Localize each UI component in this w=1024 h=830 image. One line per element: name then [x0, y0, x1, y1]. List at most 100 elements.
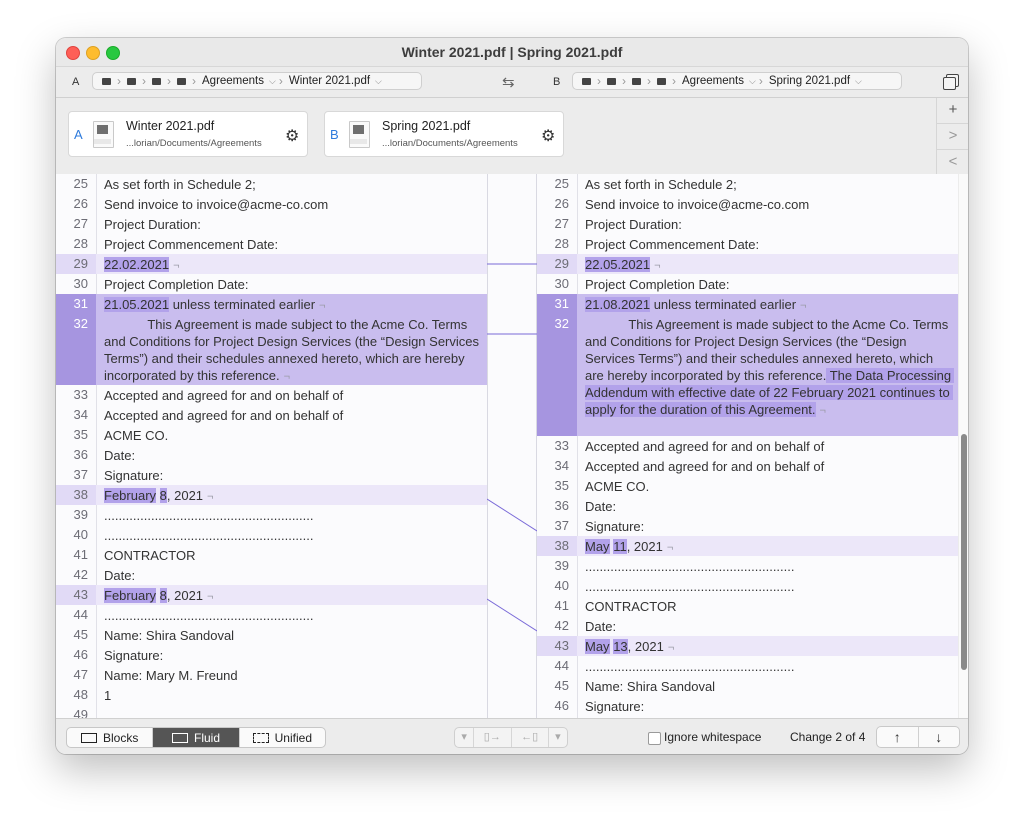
view-mode-segmented-control[interactable]: Blocks Fluid Unified — [66, 727, 326, 748]
line-text: Date: — [104, 568, 136, 583]
line-text: ACME CO. — [585, 479, 650, 494]
line-text: Date: — [585, 499, 617, 514]
file-b-name: Spring 2021.pdf — [382, 119, 471, 133]
gear-icon[interactable]: ⚙ — [541, 126, 555, 146]
change-navigation: ↑ ↓ — [876, 726, 960, 748]
line-row: 36 Date: — [537, 496, 958, 516]
line-number: 26 — [554, 196, 569, 211]
swap-icon[interactable]: ⇆ — [502, 73, 515, 91]
changed-line-row: 43 February 8, 2021 ¬ — [56, 585, 487, 605]
line-text: Accepted and agreed for and on behalf of — [585, 439, 825, 454]
line-text: This Agreement is made subject to the Ac… — [104, 317, 483, 383]
breadcrumb-folder[interactable]: Agreements — [202, 75, 264, 87]
line-number: 38 — [56, 485, 96, 505]
line-number: 46 — [554, 698, 569, 713]
line-text: Project Completion Date: — [585, 277, 730, 292]
line-number: 30 — [73, 276, 88, 291]
folder-icon — [607, 77, 616, 85]
line-number: 31 — [56, 294, 96, 314]
line-text: ACME CO. — [104, 428, 169, 443]
right-pane[interactable]: 25 As set forth in Schedule 2; 26 Send inv… — [537, 174, 958, 718]
mode-fluid-button[interactable]: Fluid — [153, 728, 240, 747]
chevron-down-icon: ⌵ — [749, 75, 756, 86]
line-number: 45 — [554, 678, 569, 693]
breadcrumb-a[interactable]: › › › › Agreements ⌵ › Winter 2021.pdf ⌵ — [92, 72, 422, 90]
line-number: 38 — [537, 536, 577, 556]
prev-file-button[interactable]: < — [937, 150, 968, 176]
line-text: Send invoice to invoice@acme-co.com — [585, 197, 810, 212]
line-row: 40......................................… — [56, 525, 487, 545]
line-row: 44......................................… — [56, 605, 487, 625]
merge-right-icon[interactable]: ▯→ — [474, 728, 512, 747]
side-buttons: + > < — [936, 98, 968, 176]
add-file-button[interactable]: + — [937, 98, 968, 124]
line-text: Accepted and agreed for and on behalf of — [104, 388, 344, 403]
breadcrumb-folder[interactable]: Agreements — [682, 75, 744, 87]
window-title: Winter 2021.pdf | Spring 2021.pdf — [401, 44, 623, 60]
line-row: 49......................................… — [56, 705, 487, 718]
previous-change-button[interactable]: ↑ — [877, 727, 919, 747]
chevron-down-icon[interactable]: ▾ — [549, 728, 567, 747]
mode-unified-button[interactable]: Unified — [240, 728, 325, 747]
line-row: 46 Signature: — [537, 696, 958, 716]
line-row: 30 Project Completion Date: — [537, 274, 958, 294]
mode-label: Fluid — [193, 730, 220, 745]
scrollbar-thumb[interactable] — [961, 434, 967, 670]
line-text: Signature: — [104, 468, 164, 483]
breadcrumb-b[interactable]: › › › › Agreements ⌵ › Spring 2021.pdf ⌵ — [572, 72, 902, 90]
gear-icon[interactable]: ⚙ — [285, 126, 299, 146]
line-end-icon: ¬ — [819, 405, 826, 417]
line-text: ........................................… — [104, 528, 314, 543]
line-row: 37 Signature: — [56, 465, 487, 485]
changed-text: February — [104, 488, 157, 503]
line-end-icon: ¬ — [283, 371, 291, 383]
file-card-a[interactable]: A Winter 2021.pdf ...lorian/Documents/Ag… — [68, 111, 308, 157]
ignore-whitespace-checkbox[interactable] — [648, 732, 661, 745]
line-number: 40 — [554, 578, 569, 593]
line-row: 34 Accepted and agreed for and on behalf … — [56, 405, 487, 425]
mode-blocks-button[interactable]: Blocks — [67, 728, 154, 747]
breadcrumb-file[interactable]: Spring 2021.pdf — [769, 75, 850, 87]
vertical-scrollbar[interactable] — [958, 174, 968, 718]
line-text: As set forth in Schedule 2; — [104, 177, 256, 192]
fluid-icon — [171, 732, 188, 743]
line-text: Project Completion Date: — [104, 277, 249, 292]
ignore-whitespace-label[interactable]: Ignore whitespace — [664, 730, 761, 744]
line-row: 39......................................… — [537, 556, 958, 576]
line-number: 44 — [554, 658, 569, 673]
line-number: 27 — [554, 216, 569, 231]
line-row: 25 As set forth in Schedule 2; — [537, 174, 958, 194]
changed-text: 21.08.2021 — [585, 297, 651, 312]
unified-icon — [252, 732, 269, 743]
merge-left-icon[interactable]: ←▯ — [512, 728, 549, 747]
change-counter: Change 2 of 4 — [790, 730, 866, 744]
changed-text: May — [585, 639, 610, 654]
breadcrumb-file[interactable]: Winter 2021.pdf — [289, 75, 370, 87]
line-number: 42 — [554, 618, 569, 633]
line-number: 26 — [73, 196, 88, 211]
left-pane[interactable]: 25 As set forth in Schedule 2; 26 Send inv… — [56, 174, 487, 718]
line-row: 45 Name: Shira Sandoval — [537, 676, 958, 696]
line-row: 26 Send invoice to invoice@acme-co.com — [537, 194, 958, 214]
line-number: 41 — [554, 598, 569, 613]
file-card-b[interactable]: B Spring 2021.pdf ...lorian/Documents/Ag… — [324, 111, 564, 157]
merge-controls: ▾ ▯→ ←▯ ▾ — [454, 727, 568, 748]
copy-icon[interactable] — [943, 74, 959, 90]
next-file-button[interactable]: > — [937, 124, 968, 150]
line-row: 25 As set forth in Schedule 2; — [56, 174, 487, 194]
line-text: , 2021 — [627, 639, 664, 654]
next-change-button[interactable]: ↓ — [919, 727, 960, 747]
chevron-down-icon[interactable]: ▾ — [455, 728, 475, 747]
changed-text: 22.02.2021 — [104, 257, 170, 272]
line-number: 39 — [554, 558, 569, 573]
changed-text: 13 — [613, 639, 628, 654]
line-number: 32 — [56, 314, 96, 385]
line-text: ........................................… — [585, 559, 795, 574]
disk-icon — [102, 77, 111, 85]
changed-text: 8 — [159, 488, 167, 503]
line-number: 25 — [554, 176, 569, 191]
changed-line-row: 32 This Agreement is made subject to the… — [56, 314, 487, 385]
changed-line-row: 29 22.02.2021 ¬ — [56, 254, 487, 274]
bottom-toolbar: Blocks Fluid Unified ▾ ▯→ ←▯ ▾ Ignore wh… — [56, 718, 968, 754]
line-row: 45 Name: Shira Sandoval — [56, 625, 487, 645]
